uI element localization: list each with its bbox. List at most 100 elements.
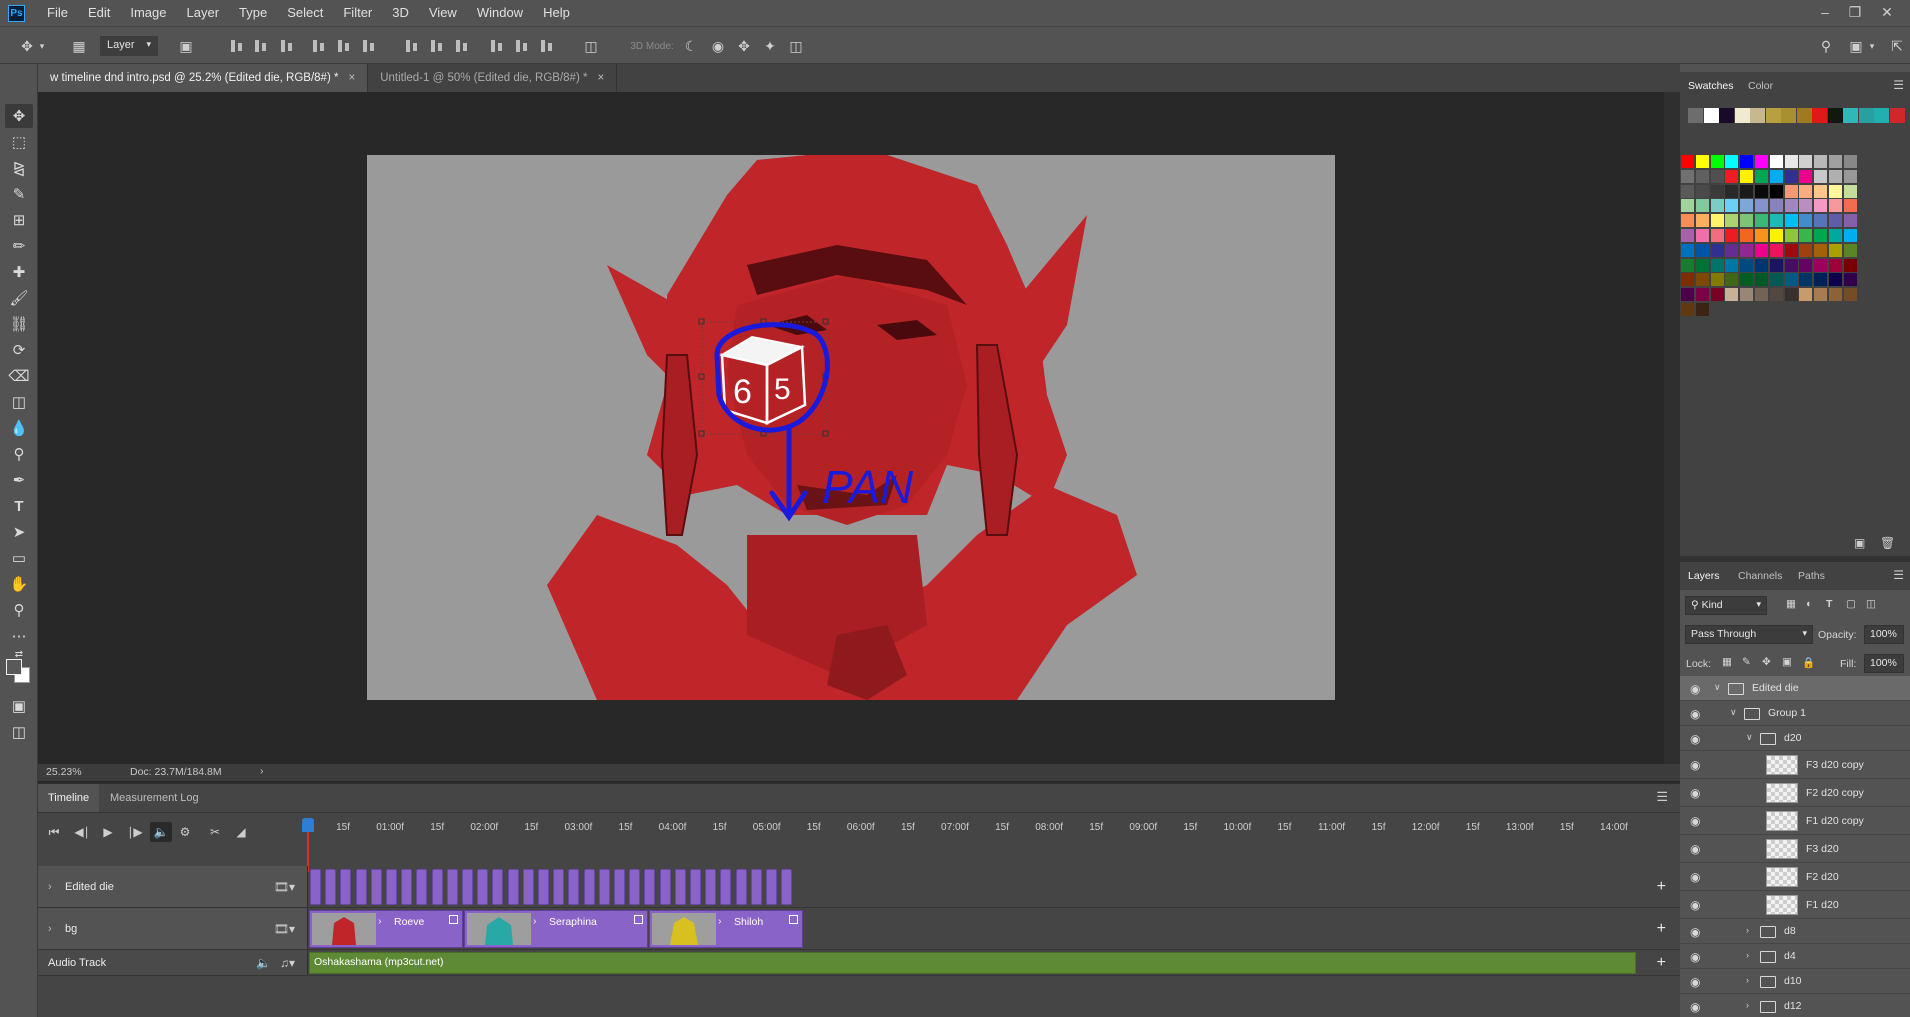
- swatch[interactable]: [1740, 155, 1754, 168]
- frame-clip[interactable]: [750, 869, 762, 905]
- frame-clip[interactable]: [720, 869, 732, 905]
- workspace-icon[interactable]: ▣: [1845, 35, 1867, 57]
- layer-group-row[interactable]: ◉ ∨ Group 1: [1680, 701, 1910, 726]
- swatch[interactable]: [1750, 108, 1765, 123]
- swatch[interactable]: [1799, 155, 1813, 168]
- swatch[interactable]: [1843, 273, 1857, 287]
- new-swatch-icon[interactable]: ▣: [1854, 536, 1865, 550]
- swatch[interactable]: [1829, 273, 1842, 287]
- menu-image[interactable]: Image: [120, 0, 176, 26]
- frame-clip[interactable]: [583, 869, 595, 905]
- panel-menu-icon[interactable]: ☰: [1656, 789, 1668, 805]
- visibility-eye-icon[interactable]: ◉: [1690, 898, 1700, 912]
- swatch[interactable]: [1769, 199, 1783, 213]
- transform-controls-icon[interactable]: ▣: [175, 35, 197, 57]
- zoom-tool-icon[interactable]: ⚲: [5, 598, 33, 622]
- layer-row[interactable]: ◉ F2 d20 copy: [1680, 779, 1910, 807]
- swatch[interactable]: [1843, 199, 1857, 213]
- lock-position-icon[interactable]: ✥: [1762, 656, 1771, 668]
- move-tool-icon[interactable]: ✥: [5, 104, 33, 128]
- status-arrow-icon[interactable]: ›: [260, 765, 264, 777]
- swatch[interactable]: [1740, 243, 1754, 257]
- go-to-first-frame-icon[interactable]: ⏮: [43, 822, 65, 842]
- auto-select-target-dropdown[interactable]: Layer ▾: [100, 36, 158, 56]
- swatch[interactable]: [1784, 229, 1798, 242]
- chevron-right-icon[interactable]: ›: [48, 923, 52, 935]
- swatch[interactable]: [1710, 169, 1724, 183]
- swatch[interactable]: [1710, 155, 1724, 168]
- swatch[interactable]: [1755, 273, 1768, 287]
- panel-menu-icon[interactable]: ☰: [1893, 568, 1904, 582]
- swatch[interactable]: [1695, 169, 1709, 183]
- clip-end-icon[interactable]: [634, 915, 643, 924]
- swatch[interactable]: [1799, 243, 1813, 257]
- frame-clip[interactable]: [340, 869, 352, 905]
- tab-swatches[interactable]: Swatches: [1680, 72, 1742, 100]
- hand-tool-icon[interactable]: ✋: [5, 572, 33, 596]
- quick-mask-icon[interactable]: ▣: [5, 694, 33, 718]
- mute-audio-icon[interactable]: 🔈: [150, 822, 172, 842]
- layer-row[interactable]: ◉ F3 d20 copy: [1680, 751, 1910, 779]
- swatch[interactable]: [1769, 214, 1783, 228]
- frame-clip[interactable]: [781, 869, 793, 905]
- restore-icon[interactable]: ❐: [1840, 0, 1870, 24]
- chevron-right-icon[interactable]: ›: [378, 915, 382, 927]
- swatch[interactable]: [1710, 258, 1724, 272]
- swatch[interactable]: [1784, 169, 1798, 183]
- swatch[interactable]: [1843, 258, 1857, 272]
- type-filter-icon[interactable]: T: [1826, 598, 1832, 610]
- playback-settings-icon[interactable]: ⚙: [174, 822, 196, 842]
- frame-clip[interactable]: [766, 869, 777, 905]
- swatch[interactable]: [1829, 155, 1842, 168]
- frame-clip[interactable]: [492, 869, 504, 905]
- frame-clip[interactable]: [446, 869, 458, 905]
- swatch[interactable]: [1681, 155, 1694, 168]
- lock-transparent-icon[interactable]: ▦: [1722, 656, 1732, 668]
- tool-preset-chevron-icon[interactable]: ▾: [36, 35, 48, 57]
- swatch[interactable]: [1695, 214, 1709, 228]
- 3d-camera-icon[interactable]: ◫: [785, 35, 807, 57]
- 3d-slide-icon[interactable]: ✦: [759, 35, 781, 57]
- clip-shiloh[interactable]: › Shiloh: [649, 910, 803, 948]
- chevron-right-icon[interactable]: ›: [48, 881, 52, 893]
- layer-filter-dropdown[interactable]: ⚲ Kind ▾: [1685, 596, 1767, 615]
- tab-layers[interactable]: Layers: [1680, 562, 1728, 590]
- swatch[interactable]: [1695, 273, 1709, 287]
- dodge-tool-icon[interactable]: ⚲: [5, 442, 33, 466]
- swatch[interactable]: [1703, 108, 1719, 123]
- layer-row[interactable]: ◉ F1 d20: [1680, 891, 1910, 919]
- swatch[interactable]: [1681, 273, 1694, 287]
- swatch[interactable]: [1755, 184, 1768, 198]
- lasso-tool-icon[interactable]: ⧎: [5, 156, 33, 180]
- menu-3d[interactable]: 3D: [382, 0, 419, 26]
- swatch[interactable]: [1725, 288, 1739, 302]
- path-selection-tool-icon[interactable]: ➤: [5, 520, 33, 544]
- swatch[interactable]: [1829, 199, 1842, 213]
- frame-clip[interactable]: [325, 869, 337, 905]
- swatch[interactable]: [1719, 108, 1734, 123]
- visibility-eye-icon[interactable]: ◉: [1690, 975, 1700, 989]
- frame-clip[interactable]: [568, 869, 580, 905]
- swatch[interactable]: [1829, 184, 1842, 198]
- quick-selection-tool-icon[interactable]: ✎: [5, 182, 33, 206]
- swatch[interactable]: [1784, 184, 1798, 198]
- clone-stamp-tool-icon[interactable]: ⛓: [5, 312, 33, 336]
- swatch[interactable]: [1858, 108, 1874, 123]
- visibility-eye-icon[interactable]: ◉: [1690, 870, 1700, 884]
- swatch[interactable]: [1740, 273, 1754, 287]
- chevron-down-icon[interactable]: ∨: [1714, 682, 1721, 693]
- swatch[interactable]: [1799, 258, 1813, 272]
- swatch[interactable]: [1755, 288, 1768, 302]
- menu-type[interactable]: Type: [229, 0, 277, 26]
- layer-group-row[interactable]: ◉ ∨ Edited die: [1680, 676, 1910, 701]
- swatch[interactable]: [1829, 258, 1842, 272]
- layer-group-row[interactable]: ◉ › d8: [1680, 919, 1910, 944]
- swatch[interactable]: [1755, 258, 1768, 272]
- swatch[interactable]: [1725, 155, 1739, 168]
- close-icon[interactable]: ✕: [1872, 0, 1902, 24]
- swatch[interactable]: [1799, 229, 1813, 242]
- previous-frame-icon[interactable]: ◀∣: [71, 822, 93, 842]
- swatch[interactable]: [1769, 288, 1783, 302]
- swatch[interactable]: [1695, 303, 1709, 316]
- swatch[interactable]: [1710, 273, 1724, 287]
